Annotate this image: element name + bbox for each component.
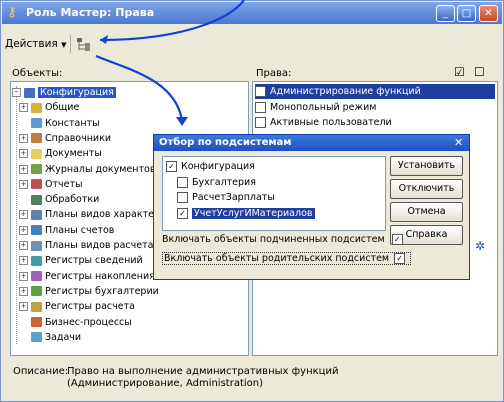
arrow-to-dialog bbox=[95, 54, 184, 121]
annotation-arrows bbox=[95, 0, 245, 126]
arrow-to-filter-button bbox=[99, 0, 245, 42]
arrow-head-icon bbox=[176, 117, 188, 126]
arrow-head-icon bbox=[100, 35, 108, 44]
